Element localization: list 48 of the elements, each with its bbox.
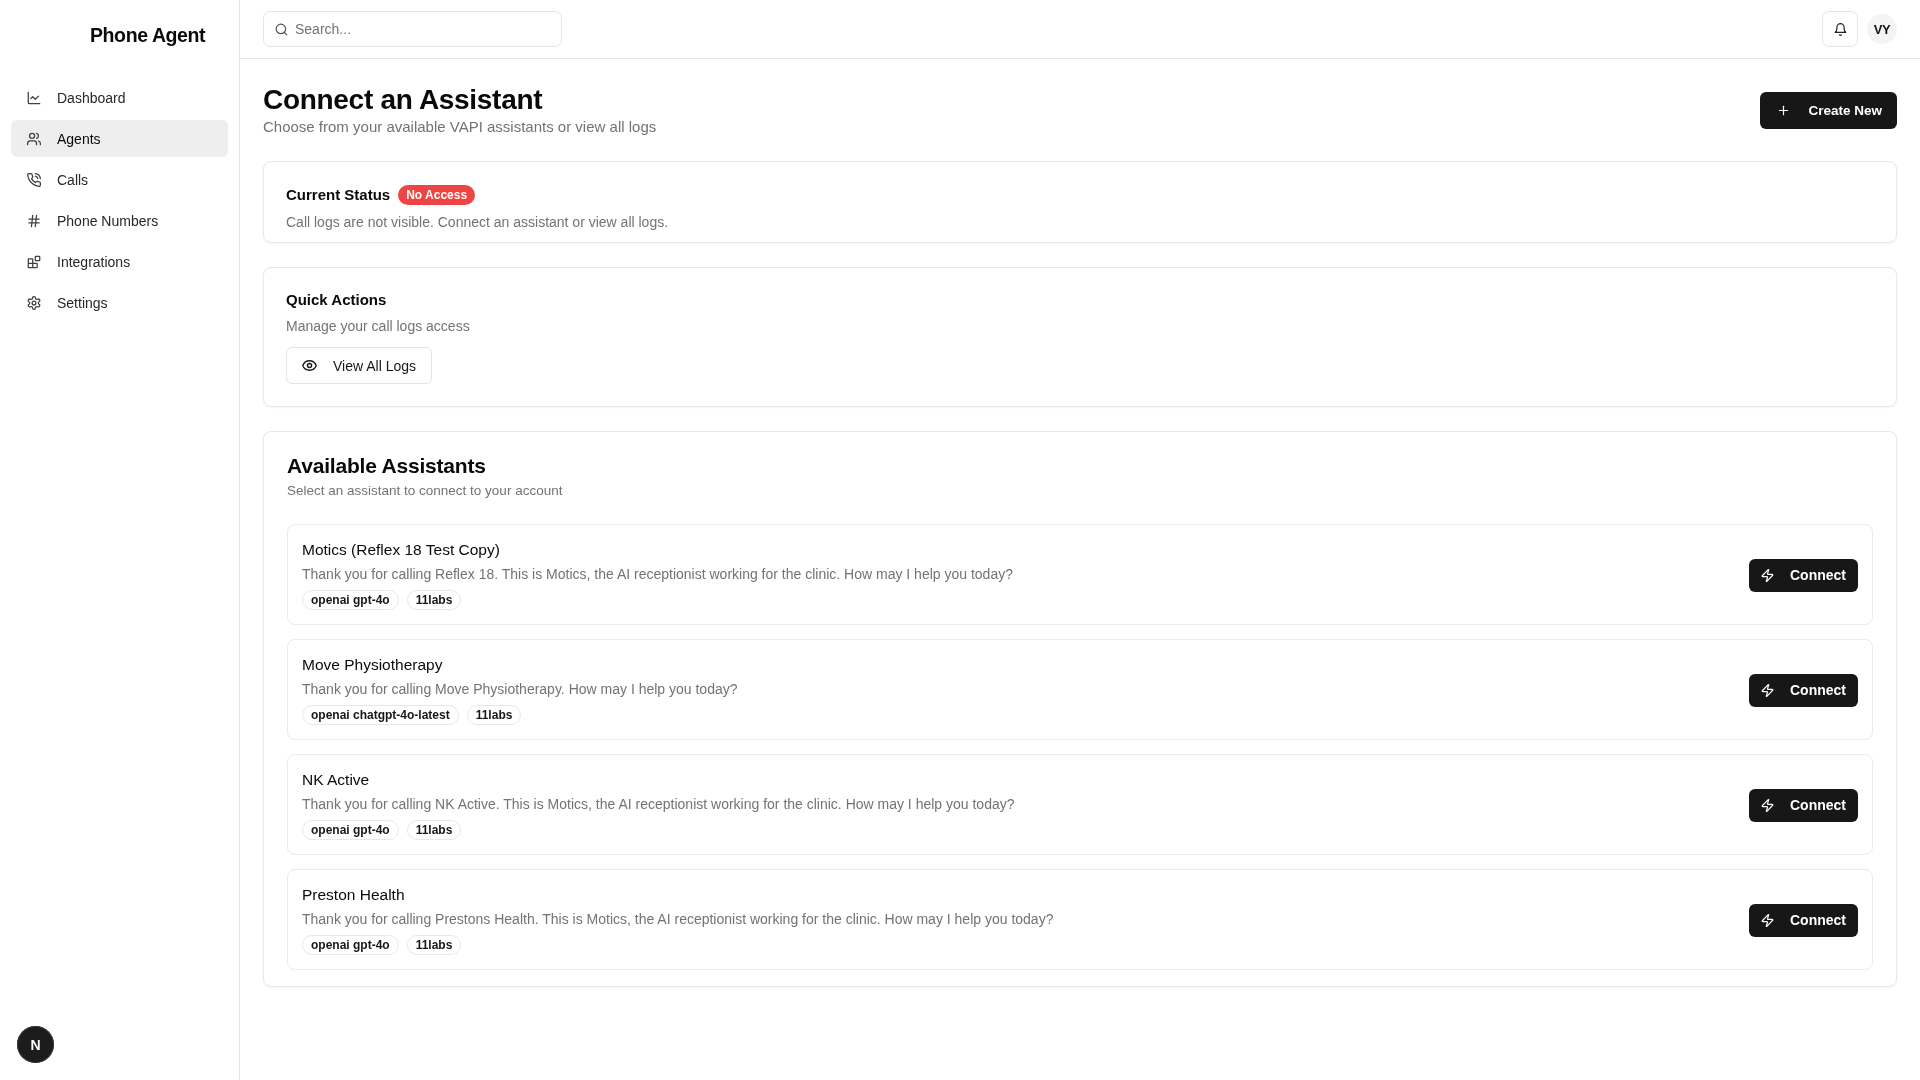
- lightning-icon: [1761, 913, 1774, 927]
- hash-icon: [27, 213, 41, 228]
- notifications-button[interactable]: [1822, 11, 1858, 47]
- connect-button[interactable]: Connect: [1749, 788, 1858, 822]
- section-subtitle: Select an assistant to connect to your account: [287, 482, 564, 500]
- bell-icon: [1833, 22, 1847, 36]
- sidebar-item[interactable]: Settings: [11, 284, 228, 321]
- app-title: Phone Agent: [90, 24, 206, 46]
- plus-icon: [1777, 103, 1791, 117]
- lightning-icon: [1761, 798, 1774, 812]
- eye-icon: [302, 358, 317, 373]
- connect-button[interactable]: Connect: [1749, 903, 1858, 937]
- card-description: Call logs are not visible. Connect an assistant or view all logs.: [286, 213, 670, 232]
- status-badge: No Access: [398, 185, 476, 205]
- page-subtitle: Choose from your available VAPI assistants or view all logs: [263, 117, 657, 137]
- view-all-logs-button[interactable]: View All Logs: [286, 347, 432, 384]
- card-title: Quick Actions: [286, 290, 388, 310]
- assistant-greeting: Thank you for calling Reflex 18. This is Motics, the AI receptionist working for the clinic. How may I help you today?: [302, 565, 1014, 584]
- sidebar-item[interactable]: Integrations: [11, 243, 228, 280]
- people-icon: [27, 131, 41, 146]
- assistant-name: Preston Health: [302, 885, 406, 905]
- assistant-greeting: Thank you for calling Move Physiotherapy. How may I help you today?: [302, 680, 739, 699]
- section-title: Available Assistants: [287, 454, 487, 478]
- sidebar-item[interactable]: Agents: [11, 120, 228, 157]
- phone-icon: [27, 172, 41, 187]
- blocks-icon: [27, 254, 41, 269]
- assistant-name: Motics (Reflex 18 Test Copy): [302, 540, 501, 560]
- page-title: Connect an Assistant: [263, 83, 544, 117]
- connect-button[interactable]: Connect: [1749, 673, 1858, 707]
- sidebar-item[interactable]: Dashboard: [11, 79, 228, 116]
- user-avatar[interactable]: VY: [1867, 14, 1897, 44]
- lightning-icon: [1761, 568, 1774, 582]
- sidebar-item[interactable]: Phone Numbers: [11, 202, 228, 239]
- assistant-name: NK Active: [302, 770, 371, 790]
- lightning-icon: [1761, 683, 1774, 697]
- assistant-greeting: Thank you for calling Prestons Health. This is Motics, the AI receptionist working for the clinic. How may I help you today?: [302, 910, 1055, 929]
- sidebar-item[interactable]: Calls: [11, 161, 228, 198]
- search-icon: [275, 23, 288, 36]
- assistant-name: Move Physiotherapy: [302, 655, 444, 675]
- connect-button[interactable]: Connect: [1749, 558, 1858, 592]
- card-title: Current Status: [286, 185, 391, 205]
- line-chart-icon: [27, 90, 41, 105]
- assistant-greeting: Thank you for calling NK Active. This is Motics, the AI receptionist working for the clinic. How may I help you today?: [302, 795, 1016, 814]
- settings-icon: [27, 295, 41, 310]
- create-new-button[interactable]: Create New: [1760, 91, 1897, 129]
- card-description: Manage your call logs access: [286, 317, 471, 336]
- floating-button[interactable]: N: [17, 1026, 54, 1063]
- search-field[interactable]: Search...: [263, 11, 562, 47]
